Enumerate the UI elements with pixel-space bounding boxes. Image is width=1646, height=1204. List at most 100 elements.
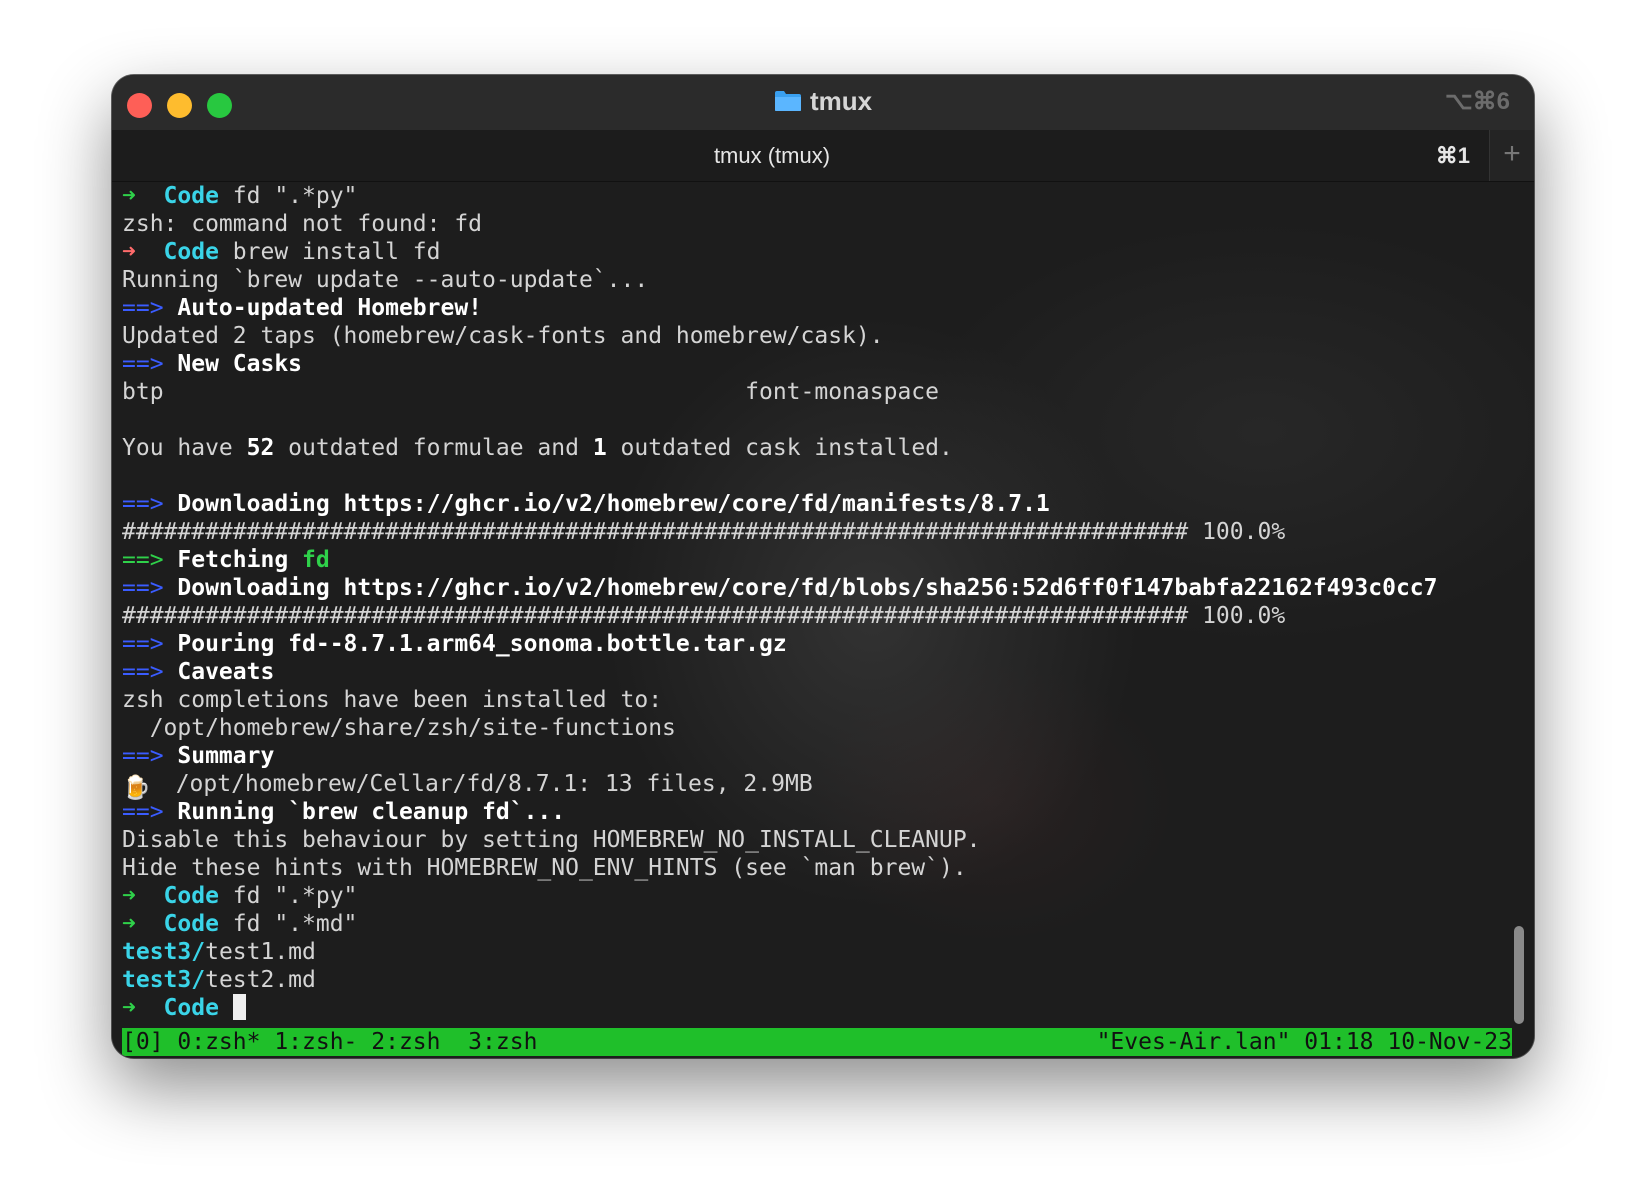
terminal-text: test3/	[122, 967, 206, 993]
text-cursor	[232, 994, 246, 1020]
tmux-status-bar: [0] 0:zsh* 1:zsh- 2:zsh 3:zsh "Eves-Air.…	[122, 1028, 1512, 1056]
terminal-text: /opt/homebrew/Cellar/fd/8.7.1: 13 files,…	[148, 771, 813, 797]
tab-bar: tmux (tmux) ⌘1 +	[112, 130, 1534, 182]
terminal-text: ➜	[122, 239, 164, 265]
terminal-text: ########################################…	[122, 519, 1286, 545]
terminal-text: ==>	[122, 351, 178, 377]
terminal-line: 🍺 /opt/homebrew/Cellar/fd/8.7.1: 13 file…	[122, 770, 1522, 801]
terminal-line: ==> Running `brew cleanup fd`...	[122, 798, 1522, 826]
terminal-line: ########################################…	[122, 602, 1522, 630]
terminal-text: Code	[163, 183, 219, 209]
terminal-text: Downloading https://ghcr.io/v2/homebrew/…	[177, 491, 1050, 517]
terminal-line: You have 52 outdated formulae and 1 outd…	[122, 434, 1522, 462]
terminal-text: Running `brew update --auto-update`...	[122, 267, 649, 293]
terminal-text: Downloading https://ghcr.io/v2/homebrew/…	[177, 575, 1438, 601]
terminal-text: fd	[302, 547, 330, 573]
terminal-text: fd ".*md"	[218, 911, 358, 937]
tmux-status-info: "Eves-Air.lan" 01:18 10-Nov-23	[1096, 1029, 1512, 1055]
terminal-line: ==> Auto-updated Homebrew!	[122, 294, 1522, 322]
scrollbar-thumb[interactable]	[1514, 926, 1524, 1024]
new-tab-button[interactable]: +	[1489, 130, 1534, 181]
terminal-text: ➜	[122, 995, 164, 1021]
terminal-text: zsh: command not found: fd	[122, 211, 483, 237]
tmux-window-list[interactable]: [0] 0:zsh* 1:zsh- 2:zsh 3:zsh	[122, 1028, 537, 1056]
scrollbar[interactable]	[1512, 182, 1526, 1058]
terminal-line: ==> Fetching fd	[122, 546, 1522, 574]
terminal-text: ==>	[122, 631, 178, 657]
terminal-line: test3/test1.md	[122, 938, 1522, 966]
terminal-text: fd ".*py"	[218, 883, 358, 909]
terminal-line: ==> Downloading https://ghcr.io/v2/homeb…	[122, 490, 1522, 518]
terminal-line: ==> Summary	[122, 742, 1522, 770]
tab-tmux[interactable]: tmux (tmux) ⌘1	[112, 130, 1490, 181]
terminal-text: ########################################…	[122, 603, 1286, 629]
terminal-line: ########################################…	[122, 518, 1522, 546]
terminal-line: ➜ Code fd ".*py"	[122, 182, 1522, 210]
terminal-text: brew install fd	[218, 239, 441, 265]
terminal-text: Fetching	[177, 547, 303, 573]
terminal-text: test1.md	[205, 939, 316, 965]
terminal-text: btp font-monaspace	[122, 379, 939, 405]
terminal-line: ➜ Code	[122, 994, 1522, 1022]
terminal-text: Code	[163, 239, 219, 265]
terminal-window: tmux ⌥⌘6 tmux (tmux) ⌘1 + ➜ Code fd ".*p…	[112, 75, 1534, 1058]
terminal-line: Running `brew update --auto-update`...	[122, 266, 1522, 294]
terminal-text: 52	[246, 435, 275, 461]
window-title: tmux	[112, 86, 1534, 117]
terminal-text: ==>	[122, 659, 178, 685]
terminal-line: btp font-monaspace	[122, 378, 1522, 406]
terminal-text: fd ".*py"	[218, 183, 358, 209]
terminal-line: Disable this behaviour by setting HOMEBR…	[122, 826, 1522, 854]
beer-icon: 🍺	[122, 775, 151, 801]
terminal-line: zsh: command not found: fd	[122, 210, 1522, 238]
terminal-line: ==> Caveats	[122, 658, 1522, 686]
terminal-line: ==> New Casks	[122, 350, 1522, 378]
terminal-text: test2.md	[205, 967, 316, 993]
terminal-text: Hide these hints with HOMEBREW_NO_ENV_HI…	[122, 855, 967, 881]
terminal-text: outdated formulae and	[274, 435, 593, 461]
terminal-text: Code	[163, 883, 219, 909]
terminal-text: Auto-updated Homebrew!	[177, 295, 483, 321]
terminal-text: Code	[163, 911, 219, 937]
terminal-line: Updated 2 taps (homebrew/cask-fonts and …	[122, 322, 1522, 350]
terminal-line: ➜ Code brew install fd	[122, 238, 1522, 266]
terminal-text: Code	[163, 995, 219, 1021]
terminal-text: ==>	[122, 295, 178, 321]
terminal-text: zsh completions have been installed to:	[122, 687, 663, 713]
terminal-text: New Casks	[177, 351, 303, 377]
terminal-line: zsh completions have been installed to:	[122, 686, 1522, 714]
terminal-line: ➜ Code fd ".*md"	[122, 910, 1522, 938]
terminal-text: Updated 2 taps (homebrew/cask-fonts and …	[122, 323, 884, 349]
terminal-text: ➜	[122, 883, 164, 909]
terminal-line: /opt/homebrew/share/zsh/site-functions	[122, 714, 1522, 742]
terminal-line: ==> Pouring fd--8.7.1.arm64_sonoma.bottl…	[122, 630, 1522, 658]
terminal-text: ==>	[122, 743, 178, 769]
terminal-line: Hide these hints with HOMEBREW_NO_ENV_HI…	[122, 854, 1522, 882]
terminal-text: ➜	[122, 183, 164, 209]
terminal-content[interactable]: ➜ Code fd ".*py" zsh: command not found: …	[112, 182, 1534, 1058]
window-shortcut: ⌥⌘6	[1444, 88, 1510, 115]
terminal-output: ➜ Code fd ".*py" zsh: command not found: …	[122, 182, 1522, 1022]
terminal-line: ==> Downloading https://ghcr.io/v2/homeb…	[122, 574, 1522, 602]
terminal-text: /opt/homebrew/share/zsh/site-functions	[122, 715, 676, 741]
terminal-text: ==>	[122, 799, 178, 825]
terminal-line: test3/test2.md	[122, 966, 1522, 994]
terminal-text: outdated cask installed.	[606, 435, 953, 461]
terminal-text: Pouring fd--8.7.1.arm64_sonoma.bottle.ta…	[177, 631, 787, 657]
terminal-text: Running `brew cleanup fd`...	[177, 799, 566, 825]
terminal-text: You have	[122, 435, 247, 461]
terminal-text: ==>	[122, 575, 178, 601]
folder-icon	[774, 91, 801, 111]
title-bar[interactable]: tmux ⌥⌘6	[112, 75, 1534, 130]
terminal-text: Summary	[177, 743, 275, 769]
terminal-text: Disable this behaviour by setting HOMEBR…	[122, 827, 981, 853]
terminal-text: ==>	[122, 547, 178, 573]
window-title-text: tmux	[809, 86, 873, 116]
terminal-text: ==>	[122, 491, 178, 517]
terminal-text: ➜	[122, 911, 164, 937]
terminal-text: test3/	[122, 939, 206, 965]
tab-shortcut: ⌘1	[1435, 143, 1470, 168]
